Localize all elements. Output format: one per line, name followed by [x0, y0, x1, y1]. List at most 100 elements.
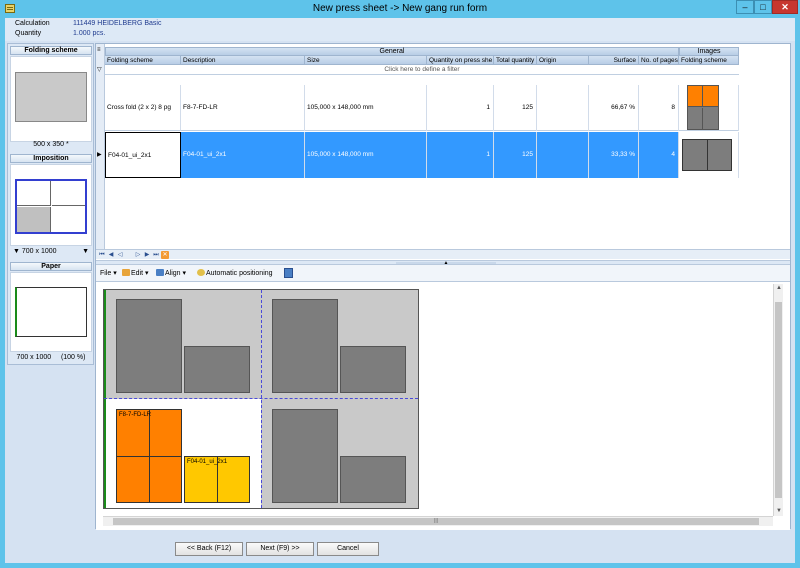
page-placeholder — [272, 409, 338, 503]
page-placeholder — [340, 346, 406, 393]
col-header-images-folding-scheme[interactable]: Folding scheme — [679, 56, 739, 65]
folding-thumbnail-gray — [682, 139, 732, 171]
cell-qty-on-sheet: 1 — [427, 132, 494, 178]
left-panel: Folding scheme 500 x 350 * Imposition ▼ … — [7, 43, 94, 365]
vertical-fold-line — [261, 290, 262, 508]
filter-icon[interactable]: ▽ — [97, 66, 102, 73]
imposition-header: Imposition — [10, 154, 92, 163]
title-bar: New press sheet -> New gang run form – □… — [0, 0, 800, 18]
col-header-folding-scheme[interactable]: Folding scheme — [105, 56, 181, 65]
cell-folding-thumbnail — [679, 85, 739, 131]
record-navigator: ⏮ ◀ ◁ ▷ ▶ ⏭ ✕ — [96, 249, 790, 259]
col-header-qty-on-sheet[interactable]: Quantity on press she — [427, 56, 494, 65]
row-pointer-icon: ▶ — [97, 152, 102, 158]
group-general-header: General — [105, 47, 679, 56]
col-header-total-qty[interactable]: Total quantity — [494, 56, 537, 65]
sheet-quadrant-bottom-left: F8-7-FD-LR F04-01_ui_2x1 — [104, 399, 261, 508]
col-header-pages[interactable]: No. of pages — [639, 56, 679, 65]
column-chooser-icon[interactable]: ≡ — [97, 47, 101, 53]
nav-delete-icon[interactable]: ✕ — [161, 251, 169, 259]
layout-toolbar: File ▾ Edit ▾ Align ▾ Automatic position… — [96, 265, 790, 281]
main-area: Folding scheme 500 x 350 * Imposition ▼ … — [5, 41, 795, 563]
paper-header: Paper — [10, 262, 92, 271]
imposition-menu-icon[interactable]: ▼ — [82, 248, 89, 255]
col-header-surface[interactable]: Surface — [589, 56, 639, 65]
imposition-sheet — [15, 179, 87, 234]
table-row-selected[interactable]: ▶ F04-01_ui_2x1 F04-01_ui_2x1 105,000 x … — [97, 132, 739, 178]
edit-menu[interactable]: Edit ▾ — [122, 269, 149, 277]
sheet-quadrant-bottom-right — [262, 399, 418, 508]
col-header-origin[interactable]: Origin — [537, 56, 589, 65]
next-button[interactable]: Next (F9) >> — [246, 542, 314, 556]
group-images-header: Images — [679, 47, 739, 56]
minimize-button[interactable]: – — [736, 0, 754, 14]
cell-folding-scheme[interactable]: F04-01_ui_2x1 — [105, 132, 181, 178]
cell-folding-thumbnail — [679, 132, 739, 178]
sheet-quadrant-top-right — [262, 290, 418, 398]
canvas-vertical-scrollbar[interactable]: ▲ ▼ — [773, 284, 783, 516]
vertical-scroll-thumb[interactable] — [775, 302, 782, 498]
nav-last-icon[interactable]: ⏭ — [152, 251, 160, 259]
imposition-dropdown-icon[interactable]: ▼ — [13, 248, 20, 255]
page-placeholder — [184, 346, 250, 393]
folding-scheme-preview[interactable] — [10, 56, 92, 142]
press-sheet-canvas[interactable]: F8-7-FD-LR F04-01_ui_2x1 ▲ ▼ ||| — [96, 281, 790, 530]
page-placeholder — [272, 299, 338, 393]
jobs-grid: ≡ ▽ General Images Folding scheme Descri… — [96, 44, 790, 260]
file-menu[interactable]: File ▾ — [100, 269, 117, 277]
cell-total-qty: 125 — [494, 85, 537, 131]
nav-prev-icon[interactable]: ◁ — [116, 251, 124, 259]
scroll-up-icon[interactable]: ▲ — [774, 284, 784, 293]
imposition-size[interactable]: ▼ 700 x 1000 ▼ — [10, 248, 92, 255]
calculation-label: Calculation — [15, 20, 50, 27]
paper-preview[interactable] — [10, 272, 92, 352]
cell-origin — [537, 132, 589, 178]
job-f04-01-ui-2x1[interactable]: F04-01_ui_2x1 — [184, 456, 250, 503]
nav-first-icon[interactable]: ⏮ — [98, 251, 106, 259]
automatic-positioning-button[interactable]: Automatic positioning — [197, 269, 273, 277]
paper-sheet — [15, 287, 87, 337]
filter-row[interactable]: Click here to define a filter — [105, 65, 739, 75]
align-menu[interactable]: Align ▾ — [156, 269, 186, 277]
col-header-size[interactable]: Size — [305, 56, 427, 65]
imposition-preview[interactable] — [10, 164, 92, 246]
window-title: New press sheet -> New gang run form — [312, 3, 488, 14]
magnifier-icon — [197, 269, 205, 276]
horizontal-fold-line — [104, 398, 418, 399]
scroll-down-icon[interactable]: ▼ — [774, 507, 784, 516]
splitter-grip-icon[interactable]: ▲ — [396, 261, 496, 266]
info-strip: Calculation 111449 HEIDELBERG Basic Quan… — [5, 18, 795, 41]
folding-scheme-sheet — [15, 72, 87, 122]
nav-prev-page-icon[interactable]: ◀ — [107, 251, 115, 259]
toolbar-options-icon[interactable] — [284, 268, 293, 278]
align-icon — [156, 269, 164, 276]
cell-size: 105,000 x 148,000 mm — [305, 132, 427, 178]
page-placeholder — [116, 299, 182, 393]
maximize-button[interactable]: □ — [754, 0, 772, 14]
cell-surface: 66,67 % — [589, 85, 639, 131]
page-placeholder — [340, 456, 406, 503]
cell-description: F04-01_ui_2x1 — [181, 132, 305, 178]
quantity-label: Quantity — [15, 30, 42, 37]
column-headers: Folding scheme Description Size Quantity… — [105, 56, 739, 65]
nav-next-icon[interactable]: ▷ — [134, 251, 142, 259]
horizontal-scroll-thumb[interactable]: ||| — [113, 518, 759, 525]
back-button[interactable]: << Back (F12) — [175, 542, 243, 556]
cell-pages: 8 — [639, 85, 679, 131]
cell-qty-on-sheet: 1 — [427, 85, 494, 131]
col-header-description[interactable]: Description — [181, 56, 305, 65]
paper-size: 700 x 1000 (100 %) — [16, 354, 86, 361]
close-button[interactable]: ✕ — [772, 0, 798, 14]
quantity-value: 1.000 pcs. — [73, 30, 106, 37]
grid-row-selector: ≡ ▽ — [96, 44, 105, 254]
cell-pages: 4 — [639, 132, 679, 178]
cancel-button[interactable]: Cancel — [317, 542, 379, 556]
canvas-horizontal-scrollbar[interactable]: ||| — [103, 516, 773, 526]
folding-thumbnail-orange — [687, 85, 719, 130]
nav-next-page-icon[interactable]: ▶ — [143, 251, 151, 259]
press-sheet[interactable]: F8-7-FD-LR F04-01_ui_2x1 — [103, 289, 419, 509]
folding-scheme-size: 500 x 350 * — [33, 141, 69, 148]
job-f8-7-fd-lr[interactable]: F8-7-FD-LR — [116, 409, 182, 503]
edit-icon — [122, 269, 130, 276]
table-row[interactable]: Cross fold (2 x 2) 8 pg F8-7-FD-LR 105,0… — [105, 85, 739, 131]
